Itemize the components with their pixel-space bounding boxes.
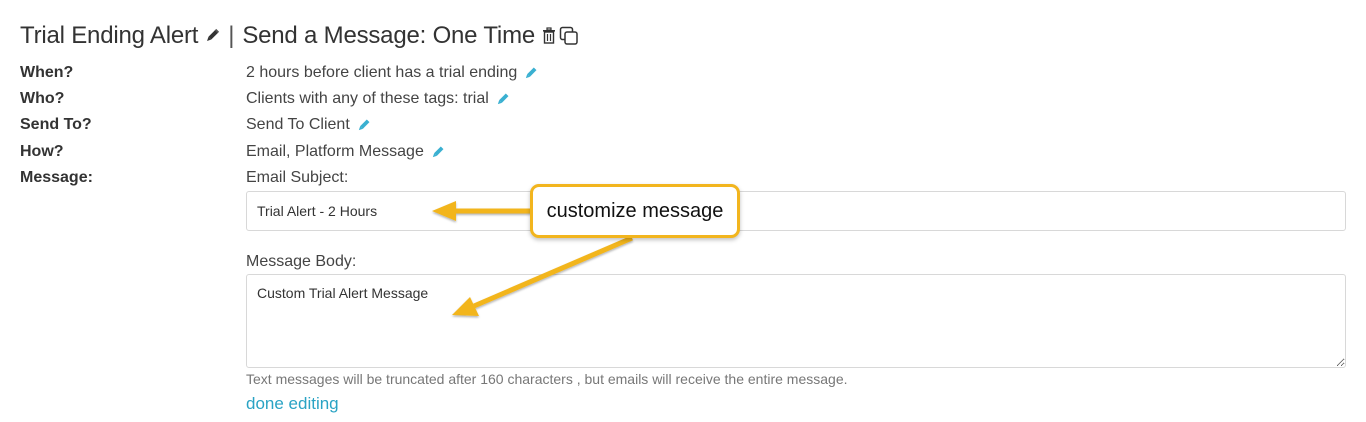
automation-name: Trial Ending Alert [20,22,199,49]
send-to-value: Send To Client [246,116,371,134]
title-separator: | [228,22,235,49]
callout-text: customize message [546,199,724,222]
pencil-icon[interactable] [204,28,220,44]
message-editor-page: Trial Ending Alert | Send a Message: One… [0,0,1366,422]
send-to-text: Send To Client [246,116,350,133]
message-body-textarea[interactable]: Custom Trial Alert Message [246,274,1346,368]
who-value: Clients with any of these tags: trial [246,90,510,108]
annotation-callout: customize message [530,184,740,238]
action-type-title: Send a Message: One Time [242,22,536,49]
message-body-label: Message Body: [246,253,357,270]
send-to-label: Send To? [20,116,92,133]
how-label: How? [20,143,64,160]
when-label: When? [20,64,74,81]
pencil-icon[interactable] [356,118,371,133]
when-value: 2 hours before client has a trial ending [246,64,538,82]
how-text: Email, Platform Message [246,143,424,160]
truncation-help-text: Text messages will be truncated after 16… [246,371,848,387]
who-text: Clients with any of these tags: trial [246,90,489,107]
pencil-icon[interactable] [430,145,445,160]
done-editing-link[interactable]: done editing [246,394,339,414]
pencil-icon[interactable] [523,66,538,81]
email-subject-input[interactable] [246,191,1346,231]
page-title: Trial Ending Alert | Send a Message: One… [20,20,579,52]
message-label: Message: [20,169,93,186]
copy-icon[interactable] [559,26,579,46]
how-value: Email, Platform Message [246,143,445,161]
pencil-icon[interactable] [495,92,510,107]
email-subject-label: Email Subject: [246,169,349,186]
trash-icon[interactable] [541,27,557,45]
when-text: 2 hours before client has a trial ending [246,64,518,81]
who-label: Who? [20,90,65,107]
